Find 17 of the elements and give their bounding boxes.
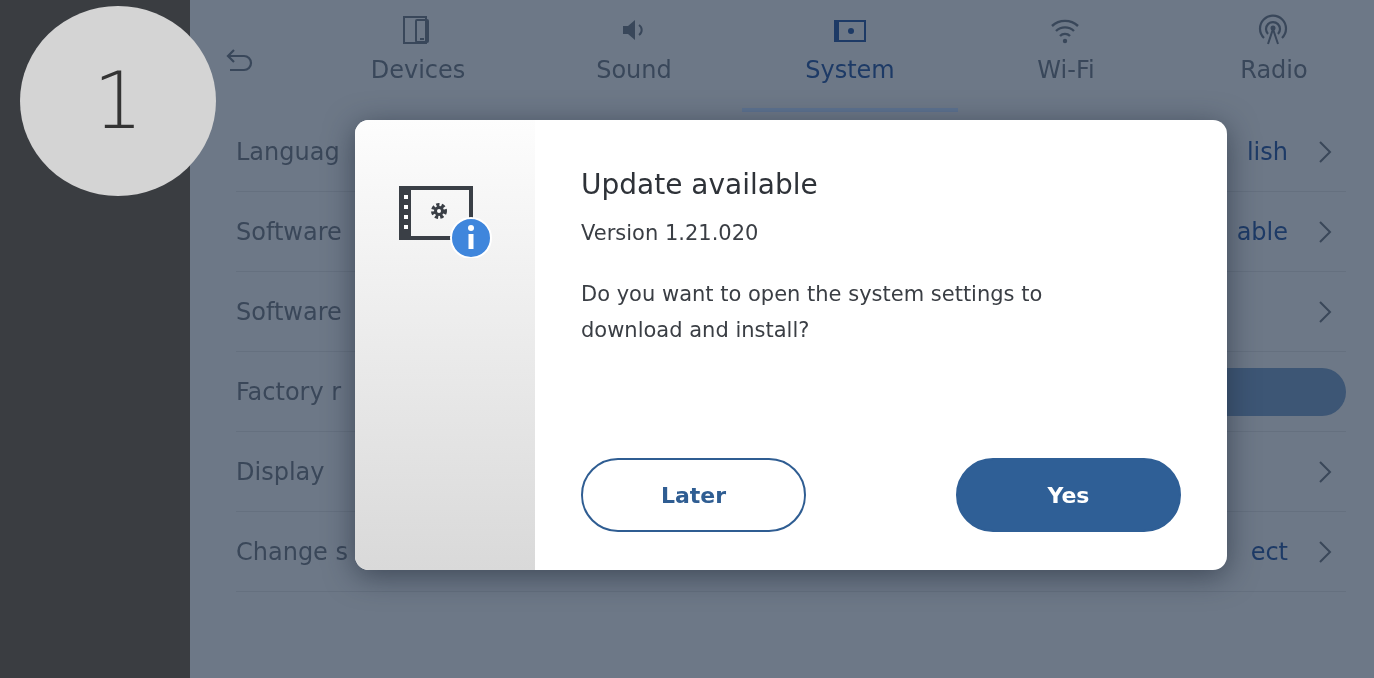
confirm-button[interactable]: Yes [956, 458, 1181, 532]
setting-value: ect [1250, 536, 1288, 568]
setting-value: able [1236, 216, 1288, 248]
chevron-right-icon[interactable] [1318, 459, 1332, 484]
dismiss-button[interactable]: Later [581, 458, 806, 532]
step-number: 1 [20, 6, 216, 196]
nav-tab[interactable]: System [742, 0, 958, 112]
chevron-right-icon[interactable] [1318, 219, 1332, 244]
dialog-title: Update available [581, 167, 819, 203]
chevron-right-icon[interactable] [1318, 299, 1332, 324]
chevron-right-icon[interactable] [1318, 539, 1332, 564]
system-info-icon [399, 186, 493, 258]
version-text: Version 1.21.020 [581, 220, 760, 247]
back-icon[interactable] [226, 48, 254, 74]
dialog-message: Do you want to open the system settings to download and install? [581, 280, 1044, 345]
chevron-right-icon[interactable] [1318, 139, 1332, 164]
setting-value: lish [1246, 136, 1288, 168]
